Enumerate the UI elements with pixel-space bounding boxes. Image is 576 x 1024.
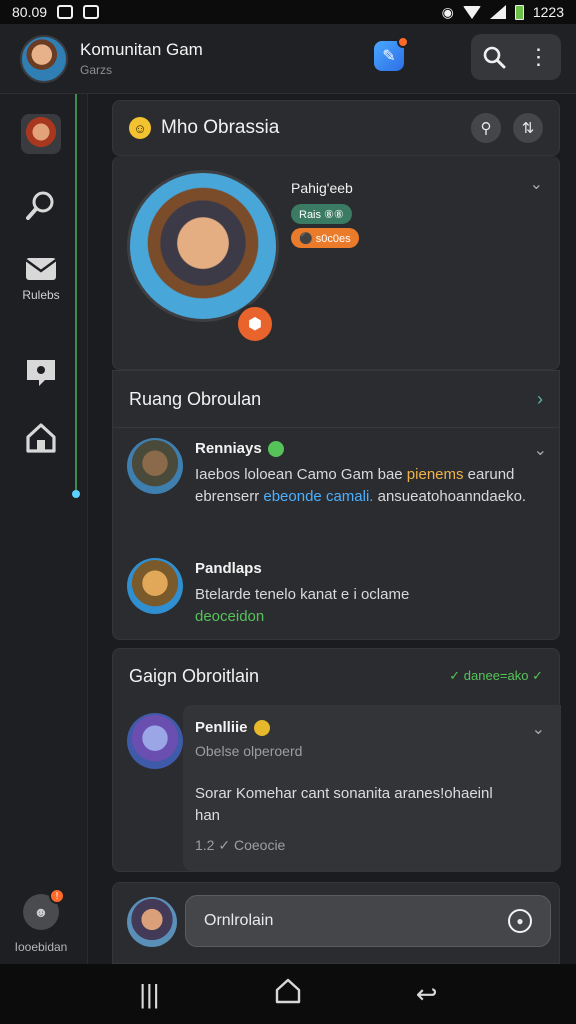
chevron-down-icon[interactable]: ⌄ bbox=[532, 719, 545, 739]
avatar bbox=[127, 438, 183, 494]
camera-icon[interactable]: ● bbox=[508, 909, 532, 933]
group-title: Gaign Obroitlain bbox=[129, 665, 260, 686]
side-rail: Rulebs ☻ ! Iooebidan bbox=[0, 94, 88, 964]
more-button[interactable]: ⋮ bbox=[521, 39, 557, 75]
message-author: Pandlaps bbox=[195, 560, 262, 577]
message-status: deoceidon bbox=[195, 608, 265, 625]
pin-button[interactable]: ⚲ bbox=[471, 113, 501, 143]
group-meta: ✓ danee=ako ✓ bbox=[449, 668, 543, 683]
user-icon: ☻ bbox=[33, 904, 49, 920]
home-icon bbox=[275, 978, 301, 1003]
recents-icon: ||| bbox=[139, 978, 160, 1009]
rail-indicator bbox=[72, 490, 80, 498]
message-text: Sorar Komehar cant sonanita aranes!ohaei… bbox=[195, 785, 493, 824]
chat-title: Mho Obrassia bbox=[161, 117, 280, 138]
status-bar: 80.09 ◉ 1223 bbox=[0, 0, 576, 24]
rail-item-mail[interactable]: Rulebs bbox=[0, 254, 82, 302]
avatar bbox=[127, 713, 183, 769]
profile-name: Pahig'eeb bbox=[291, 180, 353, 196]
toolbar: ⋮ bbox=[471, 34, 561, 80]
level-badge-icon: ⬢ bbox=[235, 304, 275, 344]
image-icon bbox=[83, 5, 100, 19]
chevron-right-icon: › bbox=[537, 388, 543, 409]
search-icon bbox=[483, 46, 505, 69]
settings-button[interactable]: ⇅ bbox=[513, 113, 543, 143]
more-vert-icon: ⋮ bbox=[527, 44, 550, 69]
coin-icon bbox=[253, 720, 270, 737]
battery-icon bbox=[514, 4, 524, 20]
app-title: Komunitan Gam bbox=[80, 40, 203, 59]
chevron-down-icon[interactable]: ⌄ bbox=[534, 440, 547, 460]
home-button[interactable] bbox=[258, 977, 318, 1012]
search-button[interactable] bbox=[476, 39, 512, 75]
message-author: Renniays bbox=[195, 440, 284, 458]
profile-picture[interactable] bbox=[127, 170, 279, 322]
search-icon bbox=[26, 191, 54, 220]
chat-room-section: Ruang Obroulan › Renniays Iaebos loloean… bbox=[112, 370, 560, 640]
rail-item-profile[interactable] bbox=[0, 114, 82, 154]
bell-icon: ✎ bbox=[382, 48, 396, 65]
message-bubble[interactable]: Penlliie Obelse olperoerd Sorar Komehar … bbox=[183, 705, 561, 871]
composer: Ornlrolain ● bbox=[112, 882, 560, 964]
account-label: Iooebidan bbox=[14, 940, 68, 954]
avatar bbox=[127, 897, 177, 947]
message-text: Iaebos loloean Camo Gam bae pienems earu… bbox=[195, 466, 527, 505]
section-header[interactable]: Ruang Obroulan › bbox=[113, 370, 559, 428]
group-chat-section: Gaign Obroitlain ✓ danee=ako ✓ Penlliie … bbox=[112, 648, 561, 872]
signal-icon bbox=[489, 5, 506, 19]
message-input-placeholder: Ornlrolain bbox=[204, 912, 274, 929]
app-subtitle: Garzs bbox=[80, 63, 113, 77]
profile-card: ⬢ Pahig'eeb Rais ⑧⑧ ⚫ s0c0es ⌄ bbox=[112, 156, 560, 370]
tune-icon: ⇅ bbox=[521, 120, 535, 137]
message-author: Penlliie bbox=[195, 719, 270, 737]
community-avatar[interactable] bbox=[20, 34, 68, 83]
rail-account[interactable]: ☻ ! Iooebidan bbox=[0, 888, 82, 954]
avatar bbox=[127, 558, 183, 614]
smile-icon: ☺ bbox=[129, 117, 151, 139]
home-icon bbox=[26, 423, 56, 453]
verified-icon bbox=[267, 441, 284, 458]
group-header[interactable]: Gaign Obroitlain ✓ danee=ako ✓ bbox=[113, 649, 559, 703]
wifi-icon bbox=[462, 5, 481, 19]
account-avatar: ☻ ! bbox=[23, 888, 65, 930]
main-content: ☺ Mho Obrassia ⚲ ⇅ ⬢ Pahig'eeb Rais ⑧⑧ ⚫… bbox=[88, 94, 576, 964]
level-pill: Rais ⑧⑧ bbox=[291, 204, 352, 224]
rail-item-home[interactable] bbox=[0, 422, 82, 454]
message-footer: 1.2 ✓ Coeocie bbox=[195, 837, 286, 853]
mail-icon bbox=[25, 258, 57, 280]
notification-button[interactable]: ✎ bbox=[374, 36, 409, 71]
message-text: Btelarde tenelo kanat e i oclame deoceid… bbox=[195, 586, 410, 625]
recents-button[interactable]: ||| bbox=[119, 979, 179, 1010]
section-title: Ruang Obroulan bbox=[129, 388, 262, 409]
message-input[interactable]: Ornlrolain ● bbox=[185, 895, 551, 947]
pin-icon: ⚲ bbox=[480, 120, 492, 137]
account-badge: ! bbox=[49, 888, 65, 904]
chat-icon bbox=[27, 360, 55, 386]
list-item[interactable]: Pandlaps Btelarde tenelo kanat e i oclam… bbox=[127, 558, 547, 628]
notification-dot bbox=[397, 36, 409, 48]
list-item[interactable]: Renniays Iaebos loloean Camo Gam bae pie… bbox=[127, 438, 547, 538]
chat-header: ☺ Mho Obrassia ⚲ ⇅ bbox=[112, 100, 560, 156]
status-time: 80.09 bbox=[12, 4, 48, 20]
rail-item-search[interactable] bbox=[0, 188, 82, 222]
message-subtitle: Obelse olperoerd bbox=[195, 743, 303, 759]
status-clock: 1223 bbox=[532, 4, 564, 20]
rail-label-mail: Rulebs bbox=[22, 288, 60, 302]
notification-icon bbox=[57, 5, 74, 19]
eye-icon: ◉ bbox=[441, 3, 454, 20]
back-icon: ↩ bbox=[415, 978, 438, 1009]
profile-avatar bbox=[21, 114, 61, 154]
app-bar: Komunitan Gam Garzs ✎ ⋮ bbox=[0, 24, 576, 94]
rail-item-chat[interactable] bbox=[0, 356, 82, 388]
chevron-down-icon[interactable]: ⌄ bbox=[530, 174, 543, 194]
back-button[interactable]: ↩ bbox=[397, 979, 457, 1010]
status-pill: ⚫ s0c0es bbox=[291, 228, 359, 248]
system-nav-bar: ||| ↩ bbox=[0, 964, 576, 1024]
